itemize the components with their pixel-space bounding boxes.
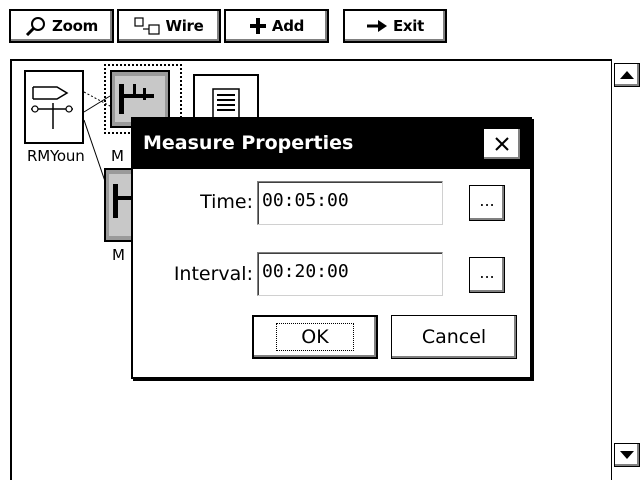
arrow-down-icon: [620, 451, 634, 459]
time-input[interactable]: 00:05:00: [257, 181, 443, 225]
node-label-rmyoung: RMYoun: [27, 147, 85, 165]
measure-properties-dialog: Measure Properties Time: 00:05:00 ... In…: [131, 117, 532, 379]
time-label: Time:: [200, 191, 253, 213]
scroll-down-button[interactable]: [614, 443, 640, 467]
dialog-title-bar[interactable]: Measure Properties: [133, 119, 530, 169]
scroll-up-button[interactable]: [614, 63, 640, 87]
time-browse-button[interactable]: ...: [469, 185, 505, 221]
interval-browse-button[interactable]: ...: [469, 257, 505, 293]
ok-label: OK: [276, 323, 354, 351]
close-button[interactable]: [483, 128, 521, 160]
sensor-node[interactable]: [24, 70, 84, 144]
node-label-measure-2: M: [112, 246, 125, 264]
ok-button[interactable]: OK: [252, 315, 378, 359]
close-icon: [495, 137, 509, 151]
node-label-measure-1: M: [111, 147, 124, 165]
arrow-up-icon: [620, 71, 634, 79]
vertical-scrollbar[interactable]: [611, 59, 640, 480]
cancel-label: Cancel: [421, 326, 487, 348]
interval-label: Interval:: [173, 263, 253, 285]
cancel-button[interactable]: Cancel: [391, 315, 517, 359]
interval-input[interactable]: 00:20:00: [257, 252, 443, 296]
wind-sensor-icon: [31, 86, 73, 129]
dialog-title: Measure Properties: [143, 132, 354, 154]
document-icon: [212, 88, 240, 120]
